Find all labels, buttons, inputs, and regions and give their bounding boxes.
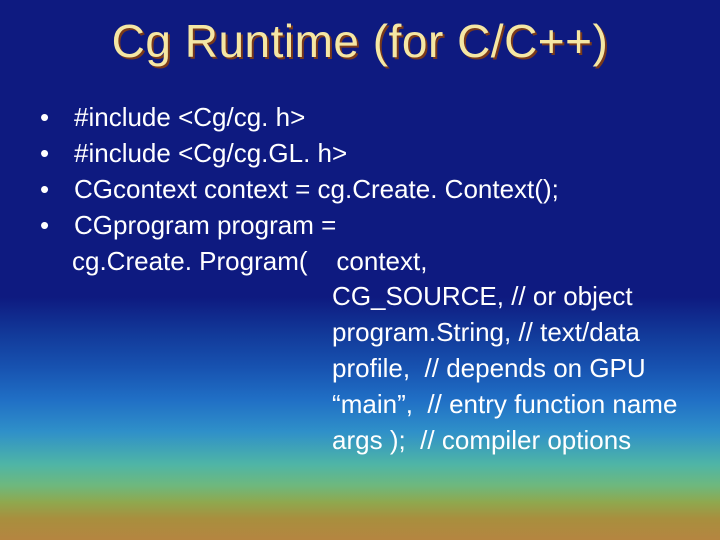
bullet-line-2: #include <Cg/cg.GL. h> xyxy=(38,136,696,172)
bullet-icon xyxy=(38,136,74,172)
bullet-icon xyxy=(38,172,74,208)
line-text: CGcontext context = cg.Create. Context()… xyxy=(74,172,696,208)
continuation-line: program.String, // text/data xyxy=(38,315,696,351)
bullet-line-3: CGcontext context = cg.Create. Context()… xyxy=(38,172,696,208)
bullet-line-1: #include <Cg/cg. h> xyxy=(38,100,696,136)
continuation-line: CG_SOURCE, // or object xyxy=(38,279,696,315)
line-text: #include <Cg/cg. h> xyxy=(74,100,696,136)
bullet-icon xyxy=(38,208,74,244)
continuation-line: “main”, // entry function name xyxy=(38,387,696,423)
line-text: CGprogram program = xyxy=(74,208,696,244)
slide-body: #include <Cg/cg. h> #include <Cg/cg.GL. … xyxy=(38,100,696,459)
continuation-line: cg.Create. Program( context, xyxy=(38,244,696,280)
bullet-line-4: CGprogram program = xyxy=(38,208,696,244)
slide-title-text: Cg Runtime (for C/C++) xyxy=(112,15,609,67)
slide-title: Cg Runtime (for C/C++) Cg Runtime (for C… xyxy=(0,14,720,68)
continuation-line: args ); // compiler options xyxy=(38,423,696,459)
slide: Cg Runtime (for C/C++) Cg Runtime (for C… xyxy=(0,0,720,540)
continuation-line: profile, // depends on GPU xyxy=(38,351,696,387)
line-text: #include <Cg/cg.GL. h> xyxy=(74,136,696,172)
bullet-icon xyxy=(38,100,74,136)
